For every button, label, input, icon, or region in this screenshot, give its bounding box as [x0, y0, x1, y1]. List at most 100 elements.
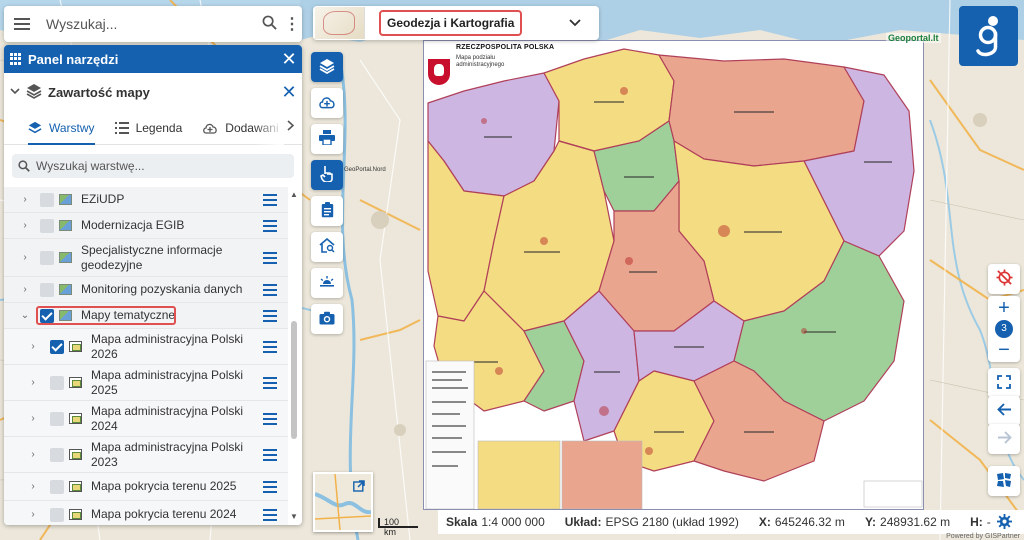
scroll-up-icon[interactable]: ▲: [290, 190, 298, 199]
search-input[interactable]: Wyszukaj...: [40, 16, 256, 32]
chevron-right-icon[interactable]: ›: [26, 509, 40, 520]
chevron-down-icon[interactable]: ⌄: [18, 310, 32, 321]
map-content-title: Zawartość mapy: [48, 84, 150, 100]
layer-checkbox[interactable]: [50, 479, 64, 494]
close-content-icon[interactable]: ✕: [276, 82, 302, 103]
next-extent-button[interactable]: [988, 424, 1020, 454]
hamburger-icon[interactable]: [260, 339, 280, 354]
search-icon: [18, 160, 30, 172]
close-panel-icon[interactable]: ✕: [276, 49, 302, 70]
zoom-level-badge: 3: [995, 320, 1013, 338]
scroll-down-icon[interactable]: ▼: [290, 512, 298, 521]
scale-readout[interactable]: Skala 1:4 000 000: [446, 515, 545, 529]
scrollbar-thumb[interactable]: [291, 321, 297, 439]
layer-tree-scrollbar[interactable]: ▲ ▼: [289, 187, 300, 525]
chevron-right-icon[interactable]: ›: [18, 194, 32, 205]
hamburger-icon[interactable]: [260, 192, 280, 207]
layer-checkbox[interactable]: [50, 339, 64, 354]
layer-row[interactable]: › Mapa administracyjna Polski 2023: [4, 437, 288, 473]
chevron-right-icon[interactable]: ›: [26, 377, 40, 388]
layer-row[interactable]: › EZiUDP: [4, 187, 288, 213]
layer-checkbox[interactable]: [40, 282, 54, 297]
chevron-down-icon[interactable]: [10, 87, 24, 98]
screenshot-tool-button[interactable]: [311, 304, 343, 334]
chevron-right-icon[interactable]: ›: [18, 252, 32, 263]
chevron-right-icon[interactable]: ›: [26, 449, 40, 460]
home-extent-tool-button[interactable]: [311, 232, 343, 262]
layer-checkbox[interactable]: [50, 411, 64, 426]
expand-icon[interactable]: [353, 480, 365, 495]
hamburger-icon[interactable]: [260, 308, 280, 323]
layers-icon: [28, 121, 42, 135]
layer-checkbox[interactable]: [50, 375, 64, 390]
crs-readout[interactable]: Układ: EPSG 2180 (układ 1992): [565, 515, 739, 529]
chevron-right-icon[interactable]: [287, 120, 295, 134]
layer-search-input[interactable]: Wyszukaj warstwę...: [12, 154, 294, 178]
hamburger-icon[interactable]: [260, 250, 280, 265]
layer-label: Mapa administracyjna Polski 2026: [91, 331, 244, 361]
layer-row[interactable]: › Mapa administracyjna Polski 2024: [4, 401, 288, 437]
map-region-button[interactable]: [988, 466, 1020, 496]
scale-bar-label: 100 km: [384, 517, 400, 537]
layer-row[interactable]: › Mapa pokrycia terenu 2024: [4, 501, 288, 525]
add-data-tool-button[interactable]: [311, 88, 343, 118]
overview-minimap[interactable]: [313, 472, 373, 532]
y-label: Y:: [864, 515, 877, 529]
powered-by[interactable]: Powered by GISPartner: [946, 533, 1020, 540]
chevron-down-icon[interactable]: [569, 16, 581, 30]
print-tool-button[interactable]: [311, 124, 343, 154]
polish-emblem-icon: [428, 59, 450, 85]
zoom-out-button[interactable]: −: [988, 340, 1020, 360]
layer-thumbnail-icon: [59, 220, 72, 231]
chevron-right-icon[interactable]: ›: [26, 341, 40, 352]
x-label: X:: [758, 515, 771, 529]
layer-checkbox[interactable]: [40, 218, 54, 233]
chevron-right-icon[interactable]: ›: [26, 481, 40, 492]
layer-row[interactable]: › Mapa administracyjna Polski 2025: [4, 365, 288, 401]
fullscreen-button[interactable]: [988, 368, 1020, 398]
layer-checkbox[interactable]: [40, 308, 54, 323]
app-logo[interactable]: [959, 6, 1018, 66]
layer-checkbox[interactable]: [40, 192, 54, 207]
map-pieces-icon: [996, 472, 1012, 491]
previous-extent-button[interactable]: [988, 396, 1020, 426]
zoom-in-button[interactable]: +: [988, 298, 1020, 318]
hamburger-icon[interactable]: [260, 411, 280, 426]
hamburger-icon[interactable]: [260, 218, 280, 233]
locate-button[interactable]: [988, 264, 1020, 294]
hamburger-icon[interactable]: [260, 447, 280, 462]
layer-row[interactable]: › Specjalistyczne informacje geodezyjne: [4, 239, 288, 277]
tab-layers[interactable]: Warstwy: [28, 111, 95, 145]
crs-value: EPSG 2180 (układ 1992): [605, 515, 739, 529]
chevron-right-icon[interactable]: ›: [18, 220, 32, 231]
layer-row[interactable]: › Modernizacja EGIB: [4, 213, 288, 239]
theme-selector[interactable]: Geodezja i Kartografia: [313, 6, 599, 40]
layer-row[interactable]: › Monitoring pozyskania danych: [4, 277, 288, 303]
layer-row[interactable]: › Mapa administracyjna Polski 2026: [4, 329, 288, 365]
hamburger-icon[interactable]: [4, 6, 40, 42]
hamburger-icon[interactable]: [260, 507, 280, 522]
kebab-icon[interactable]: ⋮: [282, 14, 302, 34]
gear-icon[interactable]: [997, 514, 1012, 532]
identify-tool-button[interactable]: [311, 160, 343, 190]
chevron-right-icon[interactable]: ›: [18, 284, 32, 295]
layer-thumbnail-icon: [59, 310, 72, 321]
clipboard-tool-button[interactable]: [311, 196, 343, 226]
map-content-header[interactable]: Zawartość mapy ✕: [4, 73, 302, 111]
hamburger-icon[interactable]: [260, 375, 280, 390]
cloud-add-icon: [202, 122, 218, 134]
zoom-control: + 3 −: [988, 296, 1020, 362]
layer-checkbox[interactable]: [50, 447, 64, 462]
search-icon[interactable]: [256, 15, 282, 33]
tab-legend[interactable]: Legenda: [114, 111, 182, 145]
layer-row-thematic[interactable]: ⌄ Mapy tematyczne: [4, 303, 288, 329]
hamburger-icon[interactable]: [260, 282, 280, 297]
layer-row[interactable]: › Mapa pokrycia terenu 2025: [4, 473, 288, 501]
scale-label: Skala: [446, 515, 478, 529]
chevron-right-icon[interactable]: ›: [26, 413, 40, 424]
layers-tool-button[interactable]: [311, 52, 343, 82]
layer-checkbox[interactable]: [50, 507, 64, 522]
layer-checkbox[interactable]: [40, 250, 54, 265]
sunrise-tool-button[interactable]: [311, 268, 343, 298]
hamburger-icon[interactable]: [260, 479, 280, 494]
